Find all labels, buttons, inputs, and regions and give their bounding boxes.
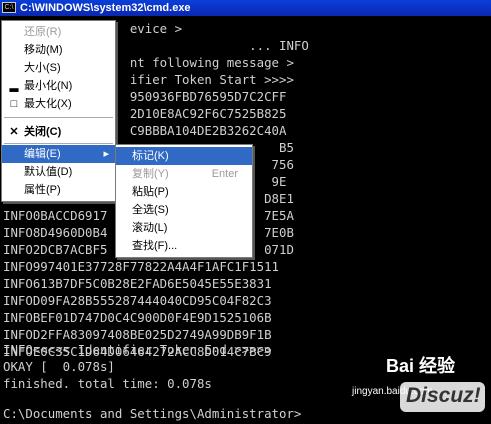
submenu-item-mark[interactable]: 标记(K)	[116, 147, 252, 165]
console-line: finished. total time: 0.078s	[3, 376, 212, 391]
menu-label: 粘贴(P)	[132, 186, 169, 198]
maximize-icon: □	[10, 98, 18, 110]
submenu-item-scroll[interactable]: 滚动(L)	[116, 219, 252, 237]
menu-label: 最小化(N)	[24, 80, 73, 92]
menu-item-defaults[interactable]: 默认值(D)	[2, 163, 115, 181]
menu-label: 全选(S)	[132, 204, 169, 216]
close-icon: ✕	[9, 126, 19, 138]
console-line: OKAY [ 0.078s]	[3, 359, 115, 374]
submenu-item-select-all[interactable]: 全选(S)	[116, 201, 252, 219]
menu-label: 默认值(D)	[24, 166, 73, 178]
discuz-logo: Discuz!	[400, 382, 485, 412]
command-prompt[interactable]: C:\Documents and Settings\Administrator>	[3, 405, 301, 422]
menu-label: 最大化(X)	[24, 98, 72, 110]
console-line: INFO<<<<< Identifier Token End >>>>>	[3, 342, 272, 357]
menu-item-maximize[interactable]: □ 最大化(X)	[2, 95, 115, 113]
menu-label: 编辑(E)	[24, 148, 61, 160]
menu-item-restore[interactable]: 还原(R)	[2, 23, 115, 41]
cmd-app-icon[interactable]: C:\	[2, 2, 16, 13]
shortcut-label: Enter	[211, 168, 238, 180]
baidu-watermark: Bai 经验	[386, 356, 456, 376]
menu-label: 还原(R)	[24, 26, 62, 38]
menu-label: 关闭(C)	[24, 126, 62, 138]
title-bar[interactable]: C:\ C:\WINDOWS\system32\cmd.exe	[0, 0, 491, 16]
menu-item-minimize[interactable]: ▂ 最小化(N)	[2, 77, 115, 95]
discuz-logo-text: Discuz!	[406, 384, 481, 407]
menu-label: 标记(K)	[132, 150, 169, 162]
edit-submenu: 标记(K) 复制(Y) Enter 粘贴(P) 全选(S) 滚动(L) 查找(F…	[115, 144, 253, 258]
menu-label: 滚动(L)	[132, 222, 168, 234]
submenu-item-find[interactable]: 查找(F)...	[116, 237, 252, 255]
menu-separator	[4, 143, 113, 144]
submenu-item-copy[interactable]: 复制(Y) Enter	[116, 165, 252, 183]
submenu-item-paste[interactable]: 粘贴(P)	[116, 183, 252, 201]
minimize-icon: ▂	[9, 80, 19, 92]
menu-item-edit[interactable]: 编辑(E) ▸	[2, 145, 115, 163]
menu-label: 复制(Y)	[132, 168, 169, 180]
menu-label: 移动(M)	[24, 44, 63, 56]
menu-item-properties[interactable]: 属性(P)	[2, 181, 115, 199]
submenu-arrow-icon: ▸	[103, 148, 109, 160]
window-title: C:\WINDOWS\system32\cmd.exe	[20, 2, 191, 14]
cmd-window: C:\ C:\WINDOWS\system32\cmd.exe evice > …	[0, 0, 491, 422]
menu-item-size[interactable]: 大小(S)	[2, 59, 115, 77]
menu-label: 查找(F)...	[132, 240, 178, 252]
system-menu: 还原(R) 移动(M) 大小(S) ▂ 最小化(N) □ 最大化(X) ✕ 关闭…	[1, 20, 116, 202]
menu-item-close[interactable]: ✕ 关闭(C)	[2, 123, 115, 141]
menu-item-move[interactable]: 移动(M)	[2, 41, 115, 59]
menu-label: 属性(P)	[24, 184, 61, 196]
menu-separator	[4, 117, 113, 118]
menu-label: 大小(S)	[24, 62, 61, 74]
